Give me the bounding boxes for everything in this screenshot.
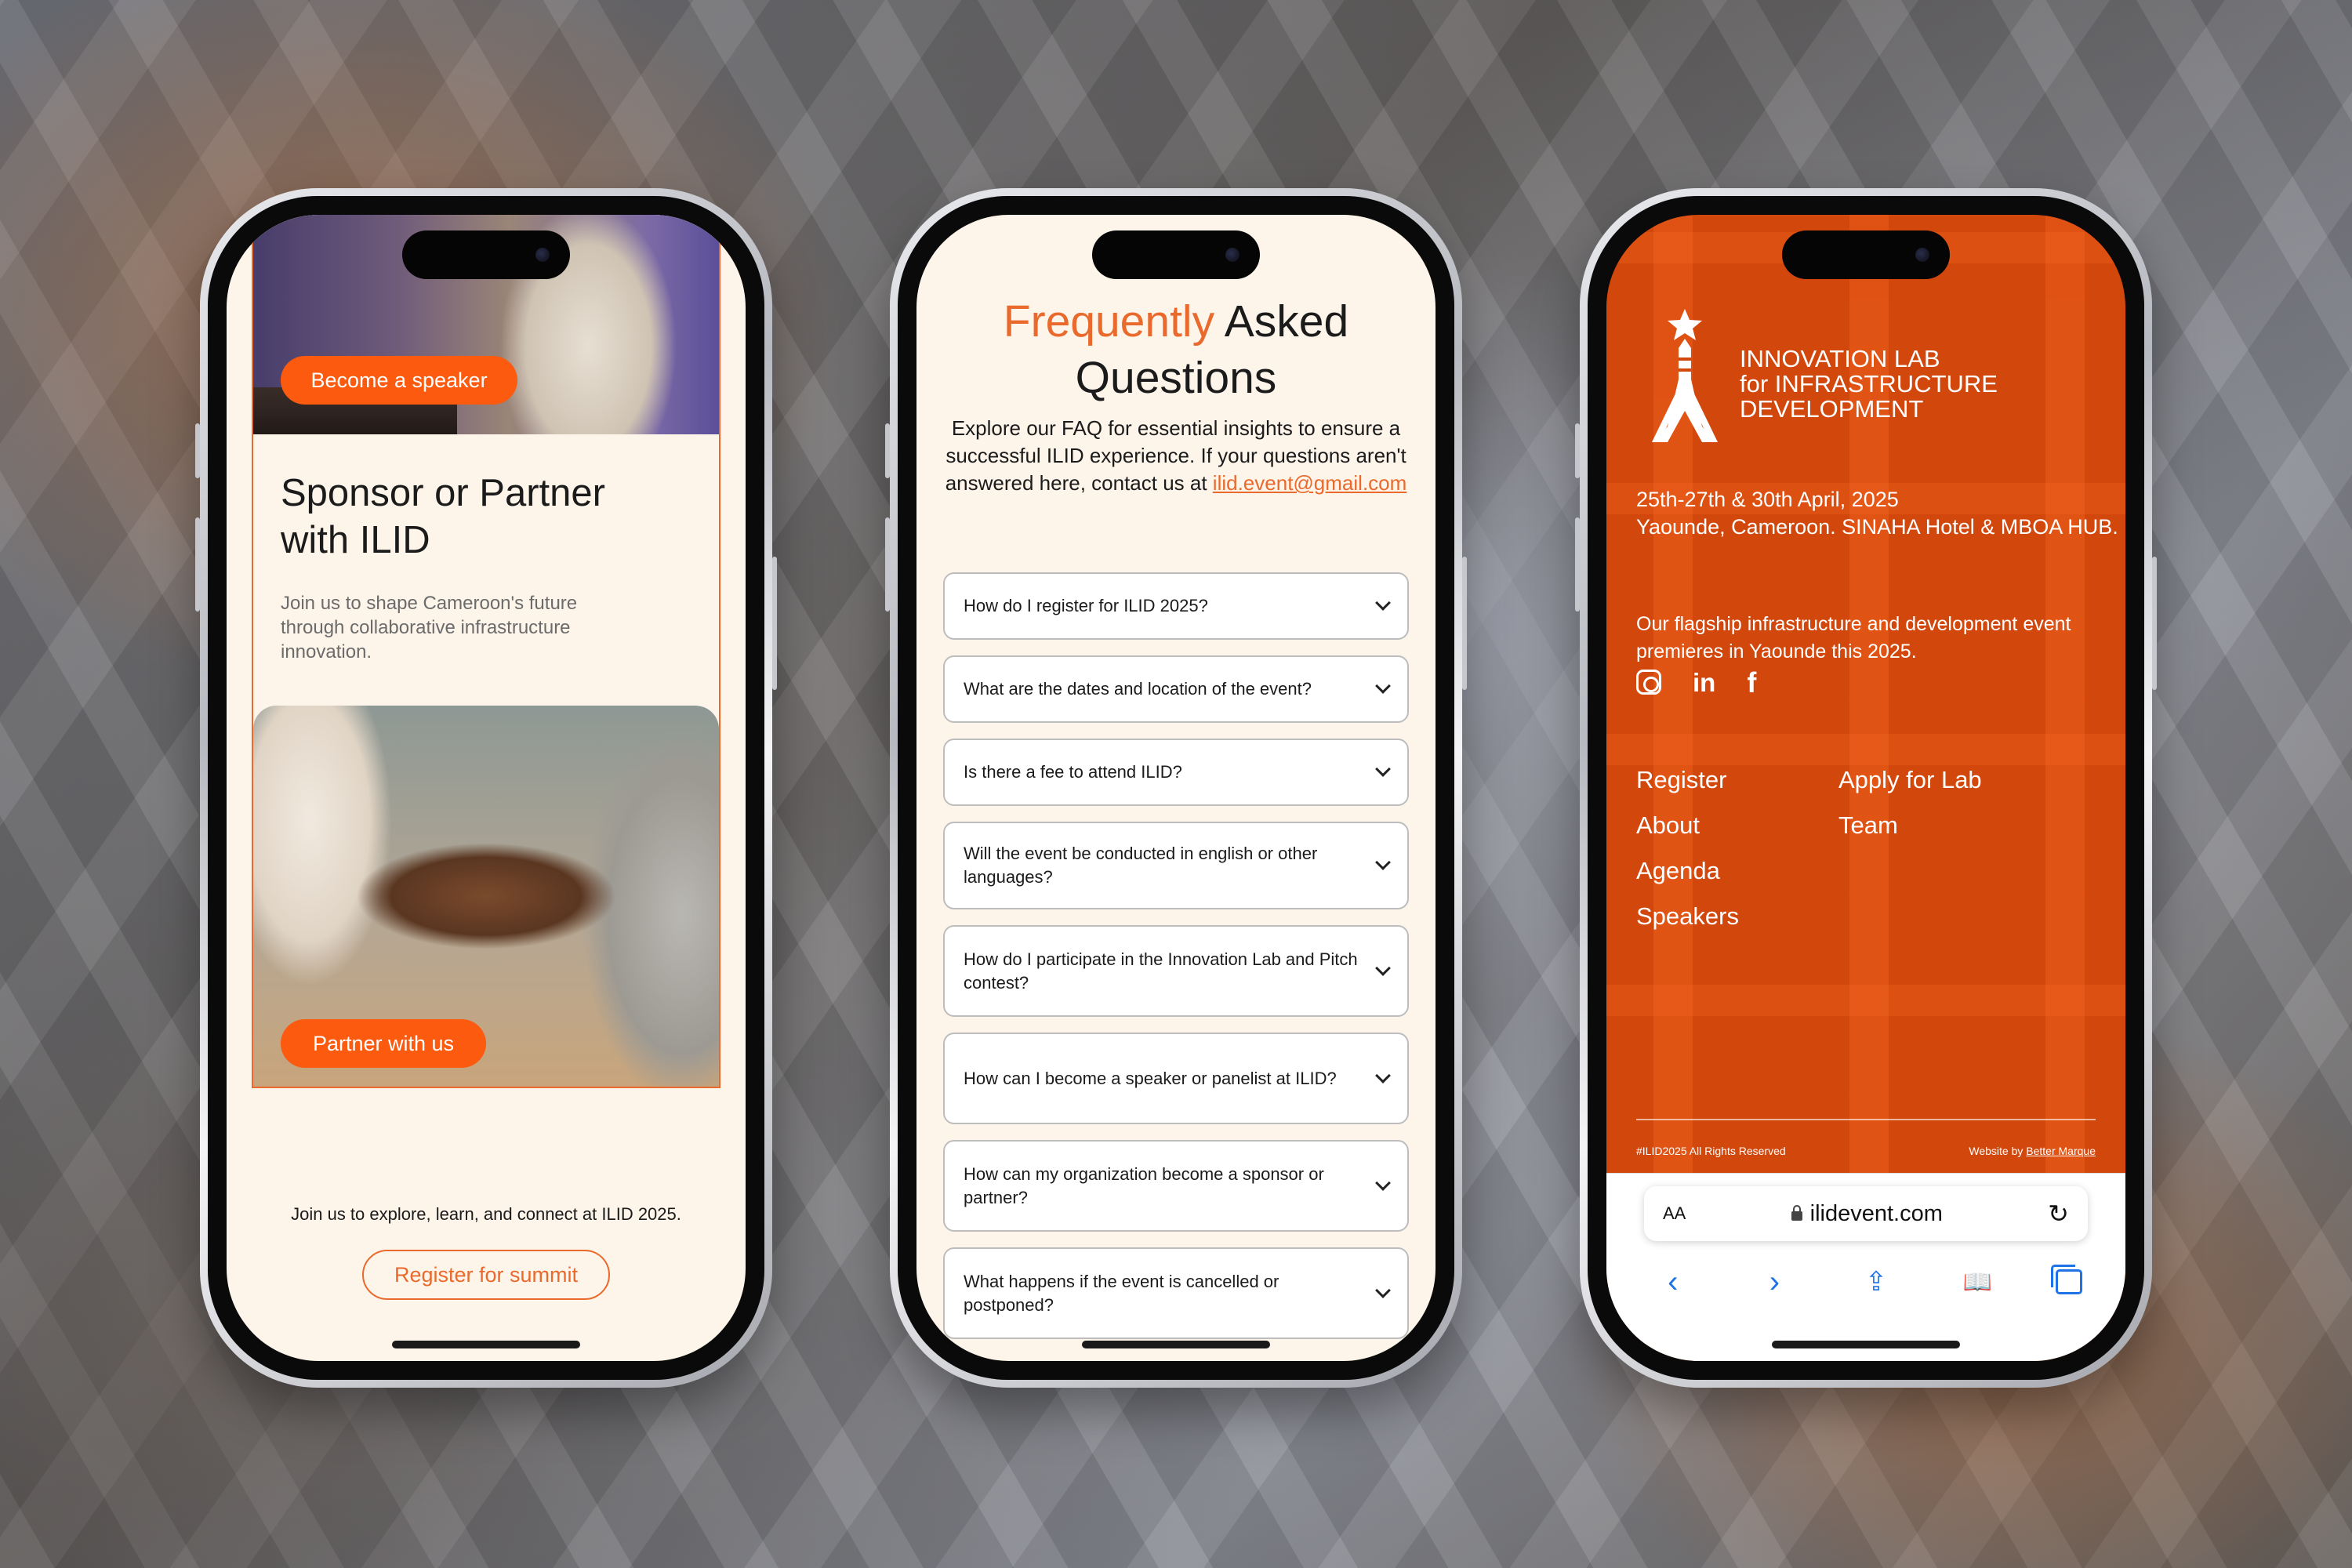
- faq-question: What are the dates and location of the e…: [964, 679, 1312, 699]
- reload-icon[interactable]: ↻: [2048, 1199, 2069, 1229]
- become-speaker-button[interactable]: Become a speaker: [281, 356, 517, 405]
- home-indicator[interactable]: [1772, 1341, 1960, 1348]
- tabs-icon[interactable]: [2051, 1265, 2083, 1294]
- dynamic-island: [1092, 230, 1260, 279]
- faq-question: How can I become a speaker or panelist a…: [964, 1068, 1337, 1088]
- register-summit-button[interactable]: Register for summit: [362, 1250, 610, 1300]
- lock-icon: [1791, 1205, 1802, 1221]
- footer-link-register[interactable]: Register: [1636, 765, 1838, 795]
- facebook-icon[interactable]: f: [1747, 669, 1756, 697]
- footer-link-about[interactable]: About: [1636, 811, 1838, 840]
- footer-nav: Register Apply for Lab About Team Agenda…: [1636, 765, 2041, 931]
- org-name: INNOVATION LAB for INFRASTRUCTURE DEVELO…: [1740, 347, 1998, 422]
- home-indicator[interactable]: [392, 1341, 580, 1348]
- footer-link-team[interactable]: Team: [1838, 811, 2041, 840]
- faq-question: How can my organization become a sponsor…: [964, 1163, 1324, 1207]
- browser-toolbar: AA ilidevent.com ↻ ‹ › ⇪ 📖: [1606, 1173, 2125, 1361]
- chevron-down-icon: [1375, 678, 1391, 694]
- chevron-down-icon: [1375, 1174, 1391, 1191]
- chevron-down-icon: [1375, 761, 1391, 777]
- instagram-icon[interactable]: [1636, 670, 1661, 695]
- event-tagline: Our flagship infrastructure and developm…: [1636, 613, 2071, 662]
- chevron-down-icon: [1375, 855, 1391, 870]
- faq-item[interactable]: How can my organization become a sponsor…: [943, 1140, 1409, 1232]
- faq-title-accent: Frequently: [1003, 296, 1215, 347]
- address-bar[interactable]: AA ilidevent.com ↻: [1644, 1186, 2088, 1241]
- browser-nav-bar: ‹ › ⇪ 📖: [1606, 1258, 2125, 1305]
- linkedin-icon[interactable]: in: [1693, 670, 1715, 696]
- faq-question: Will the event be conducted in english o…: [964, 844, 1318, 887]
- faq-item[interactable]: What are the dates and location of the e…: [943, 655, 1409, 723]
- credit-prefix: Website by: [1969, 1145, 2027, 1157]
- social-links: in f: [1636, 669, 1756, 697]
- org-name-line: INNOVATION LAB: [1740, 345, 1940, 372]
- contact-email-link[interactable]: ilid.event@gmail.com: [1213, 471, 1406, 495]
- event-dates: 25th-27th & 30th April, 2025 Yaounde, Ca…: [1636, 486, 2118, 541]
- faq-question: What happens if the event is cancelled o…: [964, 1271, 1279, 1315]
- share-icon[interactable]: ⇪: [1853, 1266, 1900, 1298]
- url-display[interactable]: ilidevent.com: [1791, 1201, 1943, 1227]
- home-indicator[interactable]: [1082, 1341, 1270, 1348]
- bookmarks-icon[interactable]: 📖: [1955, 1269, 2002, 1296]
- back-icon[interactable]: ‹: [1650, 1265, 1697, 1300]
- partner-button[interactable]: Partner with us: [281, 1019, 486, 1068]
- footer-link-apply-lab[interactable]: Apply for Lab: [1838, 765, 2041, 795]
- footer-link-speakers[interactable]: Speakers: [1636, 902, 1838, 931]
- org-name-line: for INFRASTRUCTURE: [1740, 370, 1998, 397]
- footer-screen: INNOVATION LAB for INFRASTRUCTURE DEVELO…: [1606, 215, 2125, 1361]
- event-location-line: Yaounde, Cameroon. SINAHA Hotel & MBOA H…: [1636, 515, 2118, 539]
- phone-mockup-footer: INNOVATION LAB for INFRASTRUCTURE DEVELO…: [1575, 188, 2157, 1388]
- footer-link-empty: [1838, 856, 2041, 886]
- faq-list: How do I register for ILID 2025? What ar…: [943, 572, 1409, 1355]
- faq-intro: Explore our FAQ for essential insights t…: [940, 415, 1412, 497]
- faq-question: How do I register for ILID 2025?: [964, 596, 1208, 615]
- phone-mockup-faq: Frequently Asked Questions Explore our F…: [885, 188, 1467, 1388]
- faq-item[interactable]: What happens if the event is cancelled o…: [943, 1247, 1409, 1339]
- faq-title: Frequently Asked Questions: [916, 293, 1436, 406]
- credit-link[interactable]: Better Marque: [2026, 1145, 2096, 1157]
- faq-item[interactable]: How can I become a speaker or panelist a…: [943, 1033, 1409, 1124]
- forward-icon[interactable]: ›: [1751, 1265, 1798, 1300]
- ilid-logo-icon: [1652, 309, 1718, 442]
- faq-item[interactable]: How do I register for ILID 2025?: [943, 572, 1409, 640]
- dynamic-island: [1782, 230, 1950, 279]
- chevron-down-icon: [1375, 960, 1391, 976]
- faq-screen: Frequently Asked Questions Explore our F…: [916, 215, 1436, 1361]
- footer-divider: [1636, 1119, 2096, 1120]
- text-size-button[interactable]: AA: [1663, 1203, 1686, 1224]
- phone-mockup-sponsor: Become a speaker Sponsor or Partner with…: [195, 188, 777, 1388]
- domain-text: ilidevent.com: [1809, 1200, 1943, 1226]
- faq-question: Is there a fee to attend ILID?: [964, 762, 1182, 782]
- event-date-line: 25th-27th & 30th April, 2025: [1636, 488, 1899, 511]
- faq-item[interactable]: How do I participate in the Innovation L…: [943, 925, 1409, 1017]
- faq-question: How do I participate in the Innovation L…: [964, 949, 1358, 993]
- faq-item[interactable]: Is there a fee to attend ILID?: [943, 739, 1409, 806]
- copyright-text: #ILID2025 All Rights Reserved: [1636, 1145, 1786, 1157]
- chevron-down-icon: [1375, 1282, 1391, 1298]
- sponsor-subtext: Join us to shape Cameroon's future throu…: [281, 593, 578, 662]
- sponsor-screen: Become a speaker Sponsor or Partner with…: [227, 215, 746, 1361]
- faq-item[interactable]: Will the event be conducted in english o…: [943, 822, 1409, 909]
- footer-link-empty: [1838, 902, 2041, 931]
- org-name-line: DEVELOPMENT: [1740, 395, 1924, 423]
- website-credit: Website by Better Marque: [1969, 1145, 2096, 1157]
- join-text: Join us to explore, learn, and connect a…: [291, 1204, 681, 1224]
- chevron-down-icon: [1375, 1067, 1391, 1083]
- dynamic-island: [402, 230, 570, 279]
- footer-link-agenda[interactable]: Agenda: [1636, 856, 1838, 886]
- chevron-down-icon: [1375, 595, 1391, 611]
- sponsor-card: Become a speaker Sponsor or Partner with…: [252, 215, 720, 1088]
- sponsor-heading: Sponsor or Partner with ILID: [281, 472, 605, 561]
